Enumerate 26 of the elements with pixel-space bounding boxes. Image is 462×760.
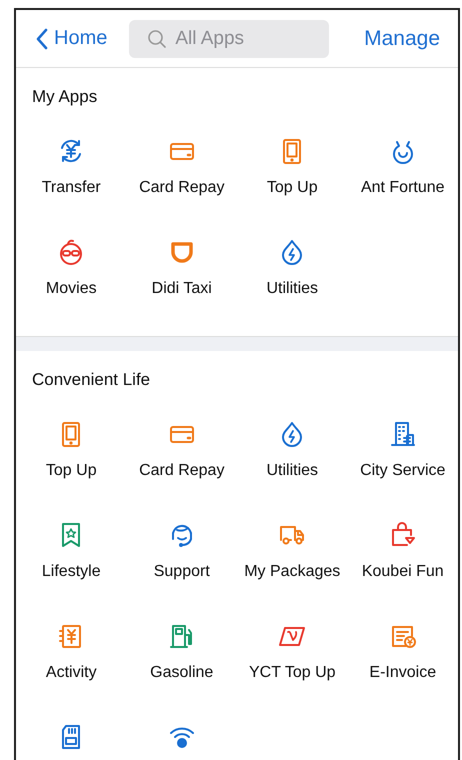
app-label: Support (154, 563, 210, 581)
app-label: Lifestyle (42, 563, 101, 581)
manage-button[interactable]: Manage (364, 26, 440, 50)
app-label: Utilities (266, 462, 318, 480)
app-label: Movies (46, 280, 97, 298)
section-title: Convenient Life (31, 369, 152, 391)
back-button[interactable]: Home (36, 27, 108, 50)
app-label: Koubei Fun (362, 563, 444, 581)
app-label: Gasoline (150, 664, 214, 682)
app-label: City Service (360, 462, 446, 480)
app-label: Card Repay (139, 462, 224, 480)
back-chevron-icon (36, 28, 48, 50)
app-label: Didi Taxi (152, 280, 212, 298)
app-label: E-Invoice (369, 664, 436, 682)
app-label: My Packages (244, 563, 340, 581)
search-field[interactable]: All Apps (129, 20, 330, 58)
building-icon[interactable] (388, 420, 417, 448)
app-label: Top Up (46, 462, 97, 480)
app-label: YCT Top Up (248, 664, 336, 682)
app-label: Top Up (266, 179, 318, 197)
app-label: Activity (46, 664, 97, 682)
app-label: Utilities (266, 280, 318, 298)
app-label: Ant Fortune (360, 179, 445, 197)
app-label: Transfer (42, 179, 101, 197)
section-title: My Apps (31, 86, 98, 108)
app-label: Card Repay (139, 179, 224, 197)
